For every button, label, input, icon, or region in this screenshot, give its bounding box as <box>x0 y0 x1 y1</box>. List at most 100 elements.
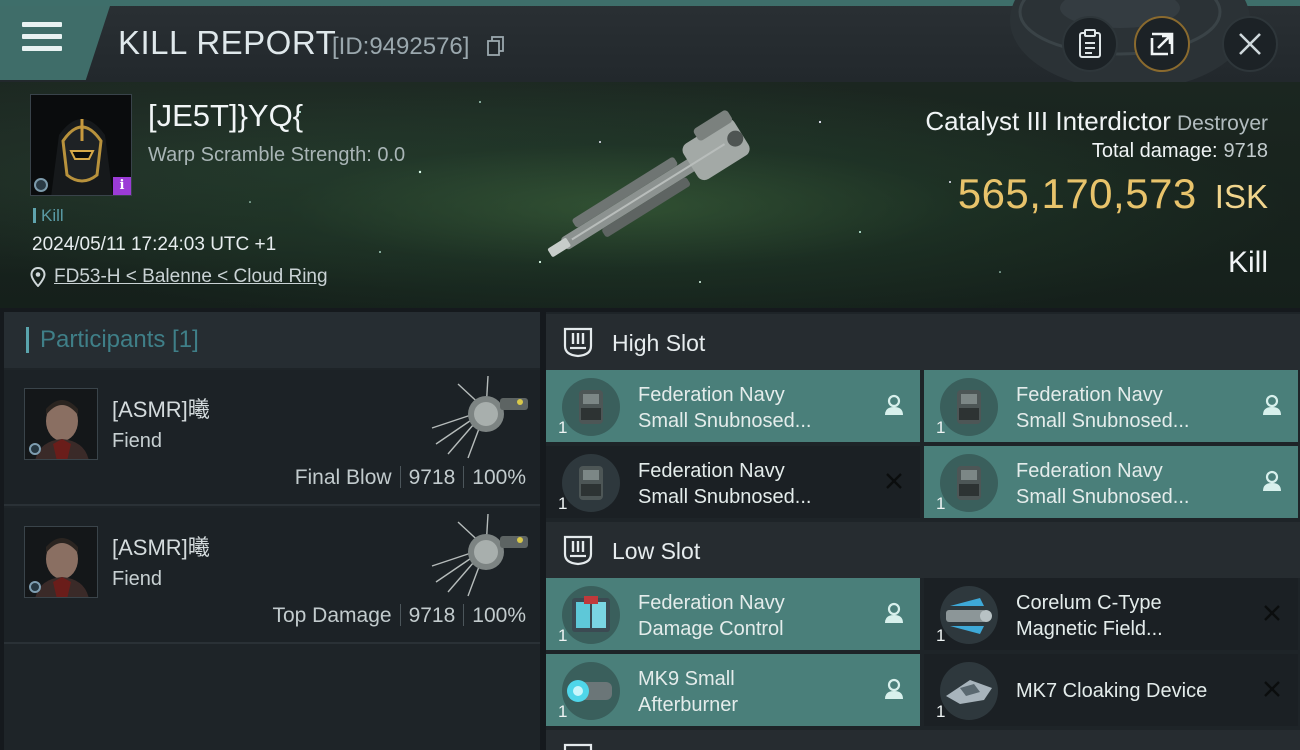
person-icon <box>885 394 903 415</box>
module-quantity: 1 <box>936 702 946 721</box>
module-slot[interactable]: 1 Federation Navy Damage Control <box>546 578 920 650</box>
high-slot-icon <box>563 327 593 358</box>
module-name: Federation Navy Small Snubnosed... <box>1016 458 1246 510</box>
participant-row[interactable]: [ASMR]曦 Fiend Top Damage 9718 100% <box>4 508 540 644</box>
module-icon <box>562 586 620 644</box>
module-slot[interactable]: 1 Corelum C-Type Magnetic Field... <box>924 578 1298 650</box>
module-name-line1: Federation Navy <box>638 384 785 406</box>
kill-tag: Kill <box>33 206 64 226</box>
module-name-line2: Small Snubnosed... <box>638 410 812 432</box>
participants-title: Participants [1] <box>40 326 199 353</box>
module-icon <box>562 454 620 512</box>
person-icon <box>885 602 903 623</box>
low-slot-header: Low Slot <box>546 522 1300 578</box>
module-icon <box>940 378 998 436</box>
report-id: [ID:9492576] <box>332 33 470 60</box>
module-name-line1: MK9 Small <box>638 668 735 690</box>
participant-percent: 100% <box>472 604 526 627</box>
kill-timestamp: 2024/05/11 17:24:03 UTC +1 <box>32 234 277 255</box>
module-name-line1: Federation Navy <box>1016 460 1163 482</box>
participant-role: Final Blow <box>294 466 392 489</box>
destroyed-x-icon <box>1264 605 1280 621</box>
module-quantity: 1 <box>936 418 946 437</box>
result-label: Kill <box>1227 246 1268 279</box>
isk-value: 565,170,573 <box>957 170 1197 217</box>
participant-ship: Fiend <box>112 568 163 590</box>
module-slot[interactable]: 1 Federation Navy Small Snubnosed... <box>546 370 920 442</box>
high-slot-header: High Slot <box>546 314 1300 370</box>
module-name-line2: Small Snubnosed... <box>1016 410 1190 432</box>
participants-header: Participants [1] <box>4 312 540 368</box>
kill-banner: i [JE5T]}YQ{ Warp Scramble Strength: 0.0… <box>0 82 1300 308</box>
module-quantity: 1 <box>558 702 568 721</box>
module-quantity: 1 <box>936 494 946 513</box>
module-slot[interactable]: 1 MK7 Cloaking Device <box>924 654 1298 726</box>
participant-stats: Top Damage 9718 100% <box>272 604 526 628</box>
module-quantity: 1 <box>558 418 568 437</box>
participant-damage: 9718 <box>408 604 456 627</box>
victim-name: [JE5T]}YQ{ <box>148 98 304 133</box>
clipboard-button[interactable] <box>1062 16 1118 72</box>
corp-badge-icon <box>29 581 41 593</box>
share-button[interactable] <box>1134 16 1190 72</box>
participant-damage: 9718 <box>408 466 456 489</box>
ship-name-line: Catalyst III Interdictor Destroyer <box>925 106 1268 137</box>
clipboard-icon <box>1079 29 1101 58</box>
participant-portrait[interactable] <box>24 388 98 460</box>
total-damage-line: Total damage: 9718 <box>1092 140 1268 163</box>
module-icon <box>562 378 620 436</box>
close-icon <box>1239 33 1261 55</box>
module-slot[interactable]: 1 Federation Navy Small Snubnosed... <box>924 370 1298 442</box>
person-icon <box>1263 470 1281 491</box>
location-pin-icon <box>30 267 46 287</box>
close-button[interactable] <box>1222 16 1278 72</box>
mid-slot-header <box>546 730 1300 750</box>
share-icon <box>1150 32 1174 56</box>
title-bar: KILL REPORT [ID:9492576] <box>0 0 1300 82</box>
module-icon <box>940 662 998 720</box>
module-name: Federation Navy Small Snubnosed... <box>638 382 868 434</box>
victim-portrait[interactable]: i <box>30 94 132 196</box>
isk-unit: ISK <box>1214 178 1268 215</box>
module-slot[interactable]: 1 Federation Navy Small Snubnosed... <box>924 446 1298 518</box>
isk-value-line: 565,170,573 ISK <box>958 170 1268 218</box>
location-link[interactable]: FD53-H < Balenne < Cloud Ring <box>30 266 328 288</box>
participant-role: Top Damage <box>272 604 392 627</box>
module-name: Federation Navy Small Snubnosed... <box>1016 382 1246 434</box>
module-icon <box>940 454 998 512</box>
ship-class: Destroyer <box>1176 112 1268 135</box>
hamburger-menu-icon[interactable] <box>22 22 62 58</box>
participants-panel: Participants [1] [ASMR]曦 Fiend Final Blo… <box>4 312 540 750</box>
participant-name: [ASMR]曦 <box>112 397 210 422</box>
module-name-line2: Small Snubnosed... <box>1016 486 1190 508</box>
participant-name: [ASMR]曦 <box>112 535 210 560</box>
participant-portrait[interactable] <box>24 526 98 598</box>
module-slot[interactable]: 1 Federation Navy Small Snubnosed... <box>546 446 920 518</box>
module-name: Federation Navy Damage Control <box>638 590 868 642</box>
module-name-line1: Federation Navy <box>638 460 785 482</box>
participant-row[interactable]: [ASMR]曦 Fiend Final Blow 9718 100% <box>4 370 540 506</box>
module-name-line1: Federation Navy <box>638 592 785 614</box>
module-name-line2: Magnetic Field... <box>1016 618 1163 640</box>
module-quantity: 1 <box>936 626 946 645</box>
total-damage-label: Total damage: <box>1091 140 1218 162</box>
fitting-panel: High Slot 1 Federation Navy Small Snubnos… <box>546 312 1300 750</box>
location-text: FD53-H < Balenne < Cloud Ring <box>54 266 328 287</box>
low-slot-title: Low Slot <box>612 538 701 564</box>
module-quantity: 1 <box>558 626 568 645</box>
high-slot-title: High Slot <box>612 330 706 356</box>
copy-icon[interactable] <box>487 36 505 56</box>
module-name: Federation Navy Small Snubnosed... <box>638 458 868 510</box>
module-icon <box>940 586 998 644</box>
mid-slot-icon <box>563 743 593 750</box>
destroyed-x-icon <box>886 473 902 489</box>
module-name-line2: Small Snubnosed... <box>638 486 812 508</box>
person-icon <box>1263 394 1281 415</box>
corp-badge-icon <box>29 443 41 455</box>
info-icon[interactable]: i <box>113 177 131 195</box>
destroyed-ship-image <box>547 110 750 257</box>
participant-ship-icon <box>431 513 528 597</box>
low-slot-icon <box>563 535 593 566</box>
module-slot[interactable]: 1 MK9 Small Afterburner <box>546 654 920 726</box>
module-name: MK7 Cloaking Device <box>1016 680 1208 702</box>
